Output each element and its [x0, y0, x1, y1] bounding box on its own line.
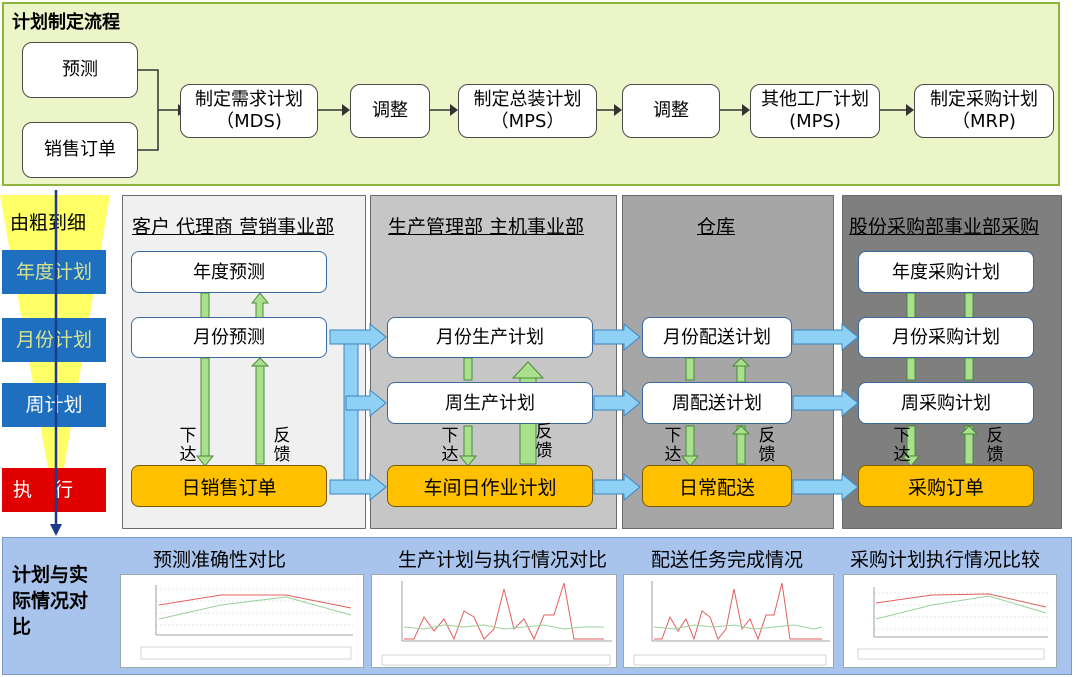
- annual-purchase-plan-box: 年度采购计划: [858, 251, 1034, 293]
- weekly-delivery-plan-box: 周配送计划: [642, 382, 792, 424]
- col1-feedback-label: 反馈: [273, 426, 291, 465]
- production-execution-thumbnail: [371, 574, 617, 668]
- forecast-accuracy-thumbnail: [120, 574, 364, 668]
- purchase-execution-title: 采购计划执行情况比较: [850, 549, 1041, 571]
- forecast-accuracy-title: 预测准确性对比: [153, 549, 287, 571]
- col3-feedback-label: 反馈: [758, 426, 776, 465]
- annual-forecast-box: 年度预测: [131, 251, 327, 293]
- col2-feedback-label: 反馈: [535, 422, 553, 461]
- delivery-completion-title: 配送任务完成情况: [651, 549, 804, 571]
- monthly-purchase-plan-box: 月份采购计划: [858, 317, 1034, 358]
- monthly-forecast-box: 月份预测: [131, 317, 327, 358]
- weekly-production-plan-box: 周生产计划: [387, 382, 593, 424]
- col1-issue-label: 下达: [179, 426, 197, 465]
- workshop-daily-plan-box: 车间日作业计划: [387, 465, 593, 507]
- daily-sales-order-box: 日销售订单: [131, 465, 327, 507]
- col3-issue-label: 下达: [664, 426, 682, 465]
- purchase-execution-thumbnail: [843, 574, 1057, 668]
- daily-delivery-box: 日常配送: [642, 465, 792, 507]
- production-execution-title: 生产计划与执行情况对比: [398, 549, 608, 571]
- plan-vs-actual-label: 计划与实际情况对比: [12, 564, 89, 638]
- monthly-delivery-plan-box: 月份配送计划: [642, 317, 792, 358]
- col4-feedback-label: 反馈: [986, 426, 1004, 465]
- col4-issue-label: 下达: [893, 426, 911, 465]
- weekly-purchase-plan-box: 周采购计划: [858, 382, 1034, 424]
- delivery-completion-thumbnail: [623, 574, 834, 668]
- purchase-order-box: 采购订单: [858, 465, 1034, 507]
- monthly-production-plan-box: 月份生产计划: [387, 317, 593, 358]
- col2-issue-label: 下达: [441, 426, 459, 465]
